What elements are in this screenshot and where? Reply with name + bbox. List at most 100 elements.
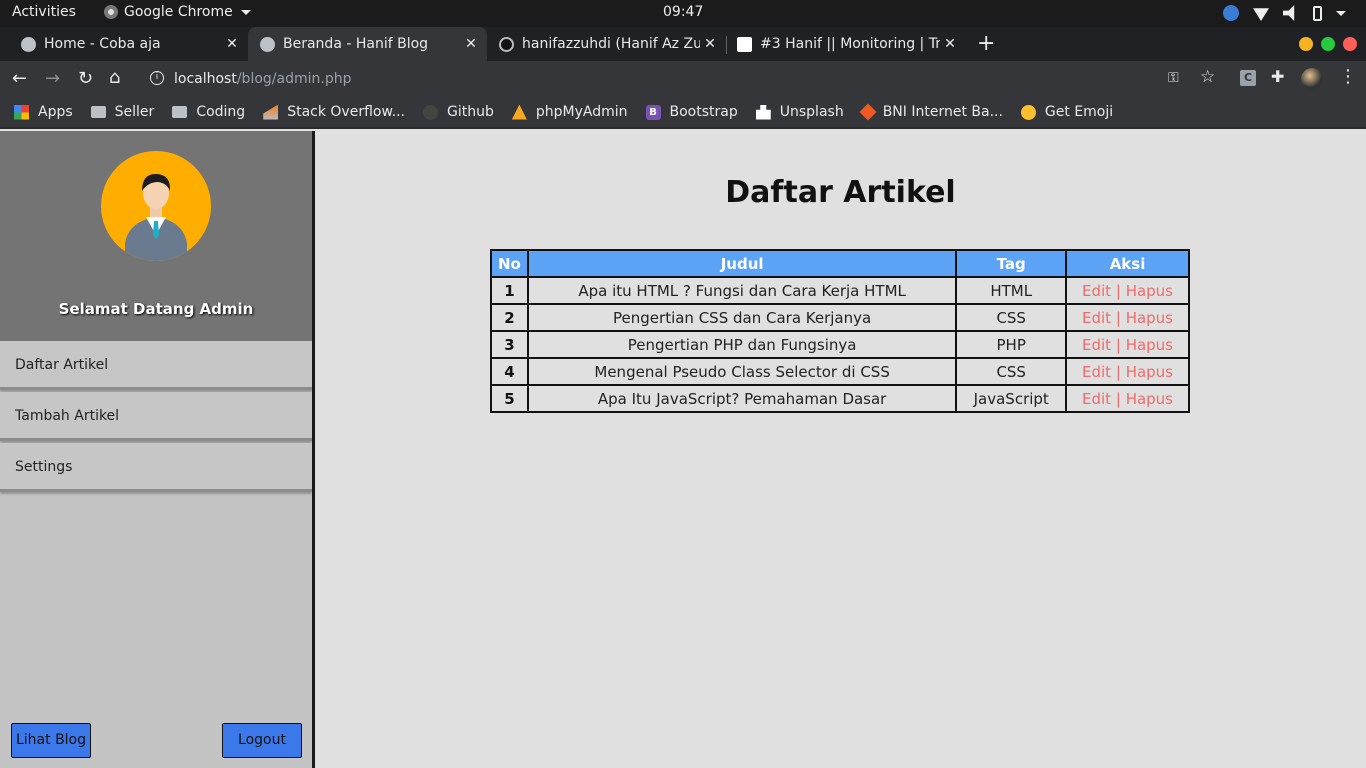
url-host: localhost: [174, 71, 237, 87]
address-bar[interactable]: i localhost/blog/admin.php ⚿ ☆: [140, 64, 1215, 94]
action-separator: |: [1115, 308, 1121, 327]
system-tray[interactable]: [1223, 5, 1346, 21]
delete-link[interactable]: Hapus: [1126, 363, 1173, 381]
logout-button[interactable]: Logout: [222, 723, 302, 758]
table-row: 5 Apa Itu JavaScript? Pemahaman Dasar Ja…: [490, 384, 1190, 413]
edit-link[interactable]: Edit: [1082, 363, 1111, 381]
bookmark-stackoverflow[interactable]: Stack Overflow...: [263, 104, 405, 120]
back-arrow-icon[interactable]: ←: [12, 68, 27, 89]
bookmark-label: Coding: [196, 104, 246, 120]
close-icon[interactable]: ✕: [700, 36, 720, 52]
row-number: 5: [490, 384, 529, 413]
view-blog-button[interactable]: Lihat Blog: [11, 723, 91, 758]
bookmark-label: Bootstrap: [669, 104, 738, 120]
tab-trello[interactable]: #3 Hanif || Monitoring | Trell ✕: [727, 27, 966, 61]
bookmark-unsplash[interactable]: Unsplash: [755, 104, 844, 120]
action-separator: |: [1115, 362, 1121, 381]
row-actions: Edit | Hapus: [1065, 330, 1190, 359]
tab-beranda[interactable]: Beranda - Hanif Blog ✕: [248, 27, 487, 61]
reload-icon[interactable]: ↻: [78, 68, 93, 89]
tab-github[interactable]: hanifazzuhdi (Hanif Az Zuh ✕: [487, 27, 726, 61]
more-menu-icon[interactable]: ⋮: [1339, 66, 1357, 87]
article-title: Apa Itu JavaScript? Pemahaman Dasar: [526, 384, 958, 413]
emoji-icon: [1020, 104, 1036, 120]
key-icon[interactable]: ⚿: [1168, 70, 1179, 86]
delete-link[interactable]: Hapus: [1126, 309, 1173, 327]
chrome-icon: [104, 5, 118, 19]
site-info-icon[interactable]: i: [150, 71, 164, 85]
new-tab-plus-icon[interactable]: +: [977, 31, 995, 56]
row-actions: Edit | Hapus: [1065, 303, 1190, 332]
tray-chevron-down-icon: [1336, 10, 1346, 16]
tab-title: hanifazzuhdi (Hanif Az Zuh: [522, 36, 700, 52]
row-number: 2: [490, 303, 529, 332]
welcome-text: Selamat Datang Admin: [58, 300, 254, 318]
delete-link[interactable]: Hapus: [1126, 390, 1173, 408]
row-actions: Edit | Hapus: [1065, 384, 1190, 413]
edit-link[interactable]: Edit: [1082, 336, 1111, 354]
admin-avatar-icon: [125, 173, 187, 261]
extension-c-icon[interactable]: C: [1240, 70, 1256, 86]
home-icon[interactable]: ⌂: [109, 67, 120, 88]
bookmark-getemoji[interactable]: Get Emoji: [1020, 104, 1113, 120]
column-header-judul: Judul: [526, 249, 958, 278]
chevron-down-icon: [240, 9, 251, 15]
forward-arrow-icon[interactable]: →: [45, 68, 60, 89]
article-tag: PHP: [955, 330, 1068, 359]
url-text[interactable]: localhost/blog/admin.php: [174, 71, 351, 87]
close-icon[interactable]: ✕: [940, 36, 960, 52]
github-icon: [499, 36, 514, 52]
tab-home[interactable]: Home - Coba aja ✕: [0, 27, 248, 61]
action-separator: |: [1115, 281, 1121, 300]
main-content: Daftar Artikel No Judul Tag Aksi 1 Apa i…: [315, 131, 1366, 768]
admin-sidebar: Selamat Datang Admin Daftar Artikel Tamb…: [0, 131, 312, 768]
edit-link[interactable]: Edit: [1082, 390, 1111, 408]
wifi-icon: [1253, 8, 1269, 21]
clock[interactable]: 09:47: [663, 4, 703, 20]
edit-link[interactable]: Edit: [1082, 282, 1111, 300]
action-separator: |: [1115, 389, 1121, 408]
row-number: 1: [490, 276, 529, 305]
bookmark-star-icon[interactable]: ☆: [1200, 67, 1215, 87]
delete-link[interactable]: Hapus: [1126, 336, 1173, 354]
table-row: 4 Mengenal Pseudo Class Selector di CSS …: [490, 357, 1190, 386]
web-page: Selamat Datang Admin Daftar Artikel Tamb…: [0, 131, 1366, 768]
bookmark-phpmyadmin[interactable]: phpMyAdmin: [511, 104, 628, 120]
row-number: 3: [490, 330, 529, 359]
sidebar-item-tambah-artikel[interactable]: Tambah Artikel: [0, 392, 312, 441]
minimize-window-icon[interactable]: [1299, 37, 1313, 51]
sidebar-item-settings[interactable]: Settings: [0, 443, 312, 492]
app-menu[interactable]: Google Chrome: [104, 4, 251, 20]
row-number: 4: [490, 357, 529, 386]
github-icon: [423, 104, 438, 120]
unsplash-icon: [755, 104, 771, 120]
system-top-bar: Activities Google Chrome 09:47: [0, 0, 1366, 27]
bookmark-coding[interactable]: Coding: [172, 104, 245, 120]
bookmark-label: Seller: [114, 104, 155, 120]
bookmark-github[interactable]: Github: [423, 104, 494, 120]
bookmark-seller[interactable]: Seller: [90, 104, 155, 120]
bookmark-bni[interactable]: BNI Internet Ba...: [859, 103, 1003, 121]
sidebar-item-daftar-artikel[interactable]: Daftar Artikel: [0, 341, 312, 390]
table-row: 1 Apa itu HTML ? Fungsi dan Cara Kerja H…: [490, 276, 1190, 305]
maximize-window-icon[interactable]: [1321, 37, 1335, 51]
action-separator: |: [1115, 335, 1121, 354]
tab-strip: Home - Coba aja ✕ Beranda - Hanif Blog ✕…: [0, 27, 1366, 61]
article-tag: JavaScript: [955, 384, 1068, 413]
close-icon[interactable]: ✕: [222, 36, 242, 52]
activities-button[interactable]: Activities: [12, 4, 76, 20]
articles-table: No Judul Tag Aksi 1 Apa itu HTML ? Fungs…: [490, 249, 1190, 413]
trello-icon: [737, 36, 752, 52]
close-window-icon[interactable]: [1343, 37, 1357, 51]
bookmark-apps[interactable]: Apps: [14, 104, 73, 120]
admin-avatar: [101, 151, 211, 261]
delete-link[interactable]: Hapus: [1126, 282, 1173, 300]
profile-avatar-icon[interactable]: [1301, 68, 1323, 90]
extensions-puzzle-icon[interactable]: ✚: [1271, 67, 1287, 86]
edit-link[interactable]: Edit: [1082, 309, 1111, 327]
url-path: /blog/admin.php: [236, 71, 352, 87]
article-tag: HTML: [955, 276, 1068, 305]
close-icon[interactable]: ✕: [461, 36, 481, 52]
bookmark-bootstrap[interactable]: B Bootstrap: [645, 104, 738, 120]
column-header-no: No: [490, 249, 529, 278]
